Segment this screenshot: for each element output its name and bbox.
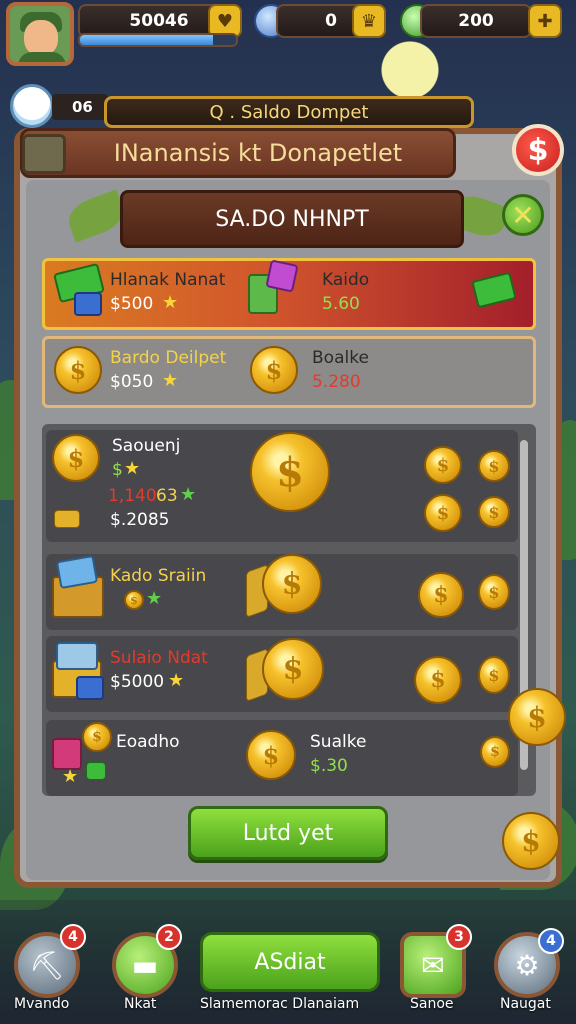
- row1-left-value: $500: [110, 294, 154, 314]
- crown-icon[interactable]: ♛: [352, 4, 386, 38]
- coin-icon: $: [246, 730, 296, 780]
- nav-label: Naugat: [500, 996, 551, 1012]
- coin-icon: $: [478, 450, 510, 482]
- nav-badge: 2: [156, 924, 182, 950]
- claim-label: Lutd yet: [242, 820, 334, 846]
- list-item-right-title: Sualke: [310, 732, 367, 752]
- avatar-face: [24, 20, 58, 56]
- big-coin-icon: $: [262, 554, 322, 614]
- coin-icon: $: [478, 496, 510, 528]
- list-item-amount: 1,140: [108, 486, 157, 506]
- nav-badge: 3: [446, 924, 472, 950]
- coin-icon: $: [478, 574, 510, 610]
- big-coin-icon: $: [250, 432, 330, 512]
- panel-title: INanansis kt Donapetlet: [113, 139, 403, 167]
- ghost-pet-icon[interactable]: [10, 84, 54, 128]
- card-icon: [74, 292, 102, 316]
- coin-icon: $: [52, 434, 100, 482]
- nav-badge-count: 2: [164, 929, 174, 945]
- list-item-total: $.2085: [110, 510, 170, 530]
- list-item-title: Eoadho: [116, 732, 180, 752]
- row2-right-value: 5.280: [312, 372, 361, 392]
- coin-icon: $: [418, 572, 464, 618]
- card-icon: [76, 676, 104, 700]
- sub-banner: SA.DO NHNPT: [120, 190, 464, 248]
- nav-badge-count: 4: [546, 933, 556, 949]
- claim-button[interactable]: Lutd yet: [188, 806, 388, 860]
- row1-left-title: Hlanak Nanat: [110, 270, 226, 290]
- nav-label: Sanoe: [410, 996, 454, 1012]
- coin-icon: $: [82, 722, 112, 752]
- floating-coin-icon: $: [508, 688, 566, 746]
- coin-icon: $: [424, 494, 462, 532]
- row1-right-title: Kaido: [322, 270, 370, 290]
- row2-left-value: $050: [110, 372, 154, 392]
- list-item-title: Sulaio Ndat: [110, 648, 208, 668]
- nav-badge: 4: [60, 924, 86, 950]
- nav-badge-count: 3: [454, 929, 464, 945]
- banner-title: SA.DO NHNPT: [215, 206, 369, 232]
- coin-icon: $: [478, 656, 510, 694]
- card-icon: [265, 259, 299, 293]
- level-value: 06: [72, 98, 93, 116]
- cash-stack-icon: [86, 762, 106, 780]
- level-indicator: 06: [52, 94, 108, 120]
- gem-add-button[interactable]: ✚: [528, 4, 562, 38]
- row2-right-title: Boalke: [312, 348, 369, 368]
- list-item-right-value: $.30: [310, 756, 348, 776]
- list-item-amount-b: 63: [156, 486, 178, 506]
- star-icon: ★: [124, 458, 141, 479]
- star-icon: ★: [162, 370, 179, 391]
- nav-badge: 4: [538, 928, 564, 954]
- nav-center-button[interactable]: ASdiat: [200, 932, 380, 992]
- avatar-body: [18, 52, 66, 62]
- wallet-strip[interactable]: Q . Saldo Dompet: [104, 96, 474, 128]
- star-icon: ★: [180, 484, 197, 505]
- big-coin-icon: $: [262, 638, 324, 700]
- nav-label: Nkat: [124, 996, 157, 1012]
- row2-left-title: Bardo Deilpet: [110, 348, 227, 368]
- dollar-badge-icon[interactable]: $: [512, 124, 564, 176]
- close-icon: ✕: [511, 198, 535, 232]
- coin-count: 50046: [129, 11, 189, 31]
- nav-label: Mvando: [14, 996, 70, 1012]
- coin-icon: $: [424, 446, 462, 484]
- star-icon: ★: [168, 670, 185, 691]
- coin-icon: $: [124, 590, 144, 610]
- star-icon: ★: [162, 292, 179, 313]
- xp-fill: [80, 35, 213, 45]
- list-item-title: Kado Sraiin: [110, 566, 207, 586]
- gem-counter-right: 200: [420, 4, 532, 38]
- coin-icon: $: [480, 736, 510, 768]
- xp-bar: [78, 33, 238, 47]
- card-icon: [56, 642, 98, 670]
- wallet-label: Q . Saldo Dompet: [209, 101, 369, 123]
- coin-icon: $: [414, 656, 462, 704]
- nav-badge-count: 4: [68, 929, 78, 945]
- list-item-currency: $: [112, 460, 123, 480]
- floating-coin-icon: $: [502, 812, 560, 870]
- row1-right-value: 5.60: [322, 294, 360, 314]
- coin-icon: $: [250, 346, 298, 394]
- gem-count-right: 200: [458, 11, 494, 31]
- panel-title-bar: INanansis kt Donapetlet: [20, 128, 456, 178]
- gem-count-mid: 0: [325, 11, 337, 31]
- gold-bar-icon: [54, 510, 80, 528]
- list-item-value: $5000: [110, 672, 165, 692]
- dollar-badge-glyph: $: [527, 132, 549, 168]
- star-icon: ★: [62, 766, 79, 787]
- player-avatar[interactable]: [6, 2, 74, 66]
- nav-center-label: ASdiat: [254, 949, 326, 975]
- nav-label: Slamemorac Dlanaiam: [200, 996, 360, 1012]
- emblem-icon: [22, 134, 66, 174]
- list-item-title: Saouenj: [112, 436, 181, 456]
- close-button[interactable]: ✕: [502, 194, 544, 236]
- coin-icon: $: [54, 346, 102, 394]
- star-icon: ★: [146, 588, 163, 609]
